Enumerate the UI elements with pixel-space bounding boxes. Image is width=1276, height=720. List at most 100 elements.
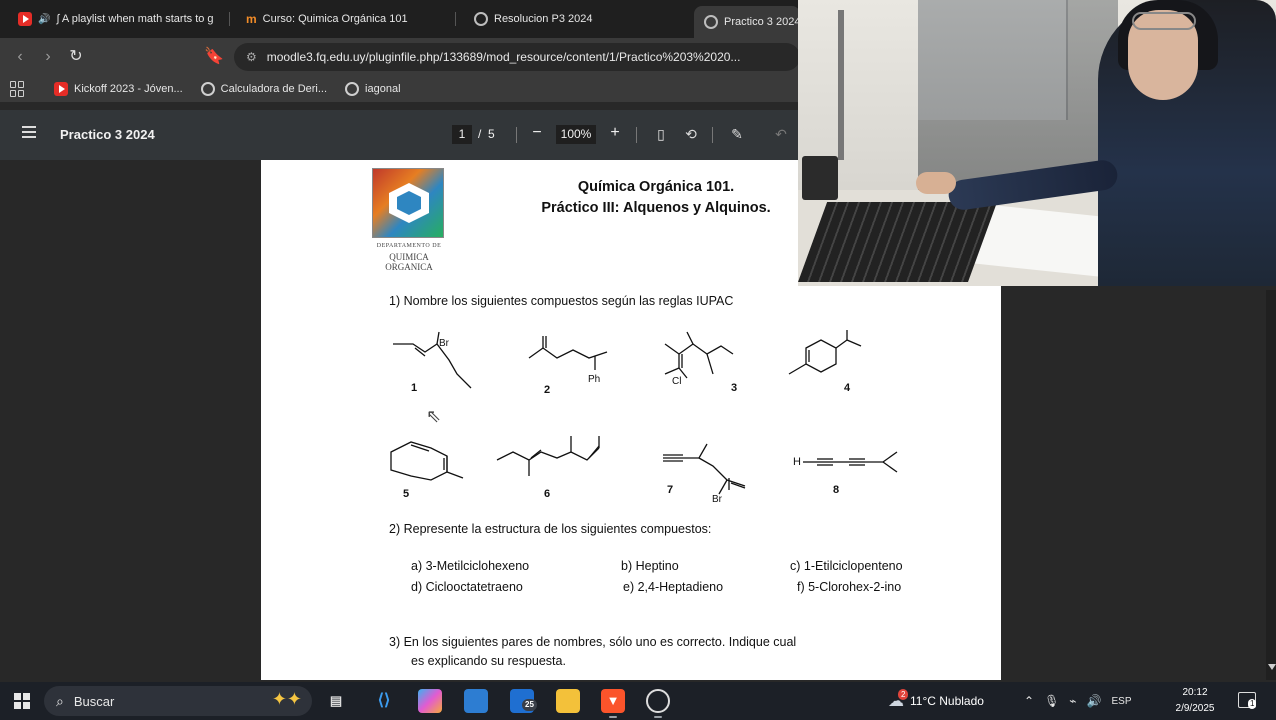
- brave-icon[interactable]: ▼: [601, 689, 625, 713]
- chevron-up-icon[interactable]: ⌃: [1024, 694, 1034, 708]
- question-2: 2) Represente la estructura de los sigui…: [389, 522, 712, 536]
- clock[interactable]: 20:12 2/9/2025: [1168, 685, 1222, 717]
- globe-icon: [704, 15, 718, 29]
- bookmark-iagonal[interactable]: iagonal: [345, 82, 401, 96]
- structure-label: 2: [544, 384, 551, 396]
- volume-icon[interactable]: 🔊: [1087, 694, 1102, 708]
- toolbar-divider: [636, 127, 637, 143]
- atom-label-cl: Cl: [672, 376, 682, 387]
- structure-4: [788, 330, 862, 375]
- bookmark-label: Calculadora de Deri...: [220, 83, 328, 95]
- toolbar-divider: [712, 127, 713, 143]
- weather-badge: 2: [898, 689, 909, 700]
- url-text: moodle3.fq.edu.uy/pluginfile.php/133689/…: [266, 50, 741, 64]
- moodle-icon: m: [246, 12, 257, 26]
- fit-page-icon[interactable]: ▯: [652, 125, 670, 143]
- option-d: d) Ciclooctatetraeno: [411, 580, 523, 594]
- search-placeholder: Buscar: [73, 693, 115, 709]
- notification-icon[interactable]: 1: [1238, 692, 1257, 709]
- task-view-icon[interactable]: ▤: [324, 689, 348, 713]
- youtube-icon: [18, 12, 32, 26]
- structure-3: [664, 331, 734, 379]
- reload-icon[interactable]: ↻: [66, 47, 86, 67]
- mouse-cursor-icon: ⇖: [426, 406, 442, 426]
- tab-divider: [455, 12, 456, 26]
- zoom-level-input[interactable]: 100%: [556, 125, 596, 144]
- structure-5: [390, 441, 464, 481]
- option-f: f) 5-Clorohex-2-ino: [797, 580, 902, 594]
- structure-label: 3: [731, 382, 738, 394]
- bookmark-icon[interactable]: 🔖: [204, 47, 224, 67]
- structure-label: 6: [544, 488, 551, 500]
- atom-label-ph: Ph: [588, 374, 601, 385]
- option-c: c) 1-Etilciclopenteno: [790, 559, 903, 573]
- search-icon: ⌕: [56, 692, 64, 709]
- apps-grid-icon[interactable]: [10, 81, 26, 97]
- tab-label: Curso: Quimica Orgánica 101: [262, 13, 408, 25]
- mail-icon[interactable]: 25: [510, 689, 537, 713]
- globe-icon: [474, 12, 488, 26]
- structure-label: 4: [844, 382, 851, 394]
- weather-widget[interactable]: ☁ 2 11°C Nublado: [888, 682, 984, 720]
- tab-label: ∫ A playlist when math starts to g: [56, 13, 214, 25]
- active-app-indicator: [654, 716, 662, 718]
- bookmarks-bar: Kickoff 2023 - Jóven... Calculadora de D…: [0, 76, 800, 102]
- question-3: 3) En los siguientes pares de nombres, s…: [389, 635, 797, 649]
- date-text: 2/9/2025: [1175, 703, 1215, 714]
- structure-6: [496, 436, 600, 476]
- scrollbar-track[interactable]: [1266, 290, 1276, 680]
- copilot-icon[interactable]: [418, 689, 442, 713]
- undo-icon[interactable]: ↶: [772, 125, 790, 143]
- option-a: a) 3-Metilciclohexeno: [411, 559, 530, 573]
- microphone-icon[interactable]: 🎙: [1044, 694, 1059, 708]
- option-e: e) 2,4-Heptadieno: [623, 580, 724, 594]
- windows-start-icon[interactable]: [14, 693, 30, 709]
- time-text: 20:12: [1182, 687, 1208, 698]
- rotate-icon[interactable]: ⟲: [682, 125, 700, 143]
- option-b: b) Heptino: [621, 559, 679, 573]
- address-bar[interactable]: ⚙ moodle3.fq.edu.uy/pluginfile.php/13368…: [234, 43, 800, 71]
- toolbar-divider: [516, 127, 517, 143]
- annotate-pen-icon[interactable]: ✎: [728, 125, 746, 143]
- atom-label-br: Br: [712, 494, 722, 505]
- screen: 🔊 ∫ A playlist when math starts to g m C…: [0, 0, 1276, 720]
- browser-toolbar: ‹ › ↻ 🔖 ⚙ moodle3.fq.edu.uy/pluginfile.p…: [0, 38, 800, 76]
- site-settings-icon[interactable]: ⚙: [246, 50, 257, 64]
- active-app-indicator: [609, 716, 617, 718]
- network-icon[interactable]: ⌁: [1069, 694, 1076, 708]
- forward-arrow-icon[interactable]: ›: [38, 47, 58, 67]
- speaker-icon[interactable]: 🔊: [38, 14, 50, 25]
- bookmark-label: Kickoff 2023 - Jóven...: [74, 83, 183, 95]
- structure-1: [393, 331, 472, 389]
- tab-curso[interactable]: m Curso: Quimica Orgánica 101: [236, 6, 456, 32]
- mail-badge: 25: [522, 699, 537, 711]
- tab-label: Practico 3 2024: [724, 16, 800, 28]
- weather-text: 11°C Nublado: [910, 694, 984, 708]
- atom-label-h: H: [793, 456, 801, 468]
- tab-resolucion[interactable]: Resolucion P3 2024: [464, 6, 684, 32]
- zoom-out-icon[interactable]: −: [526, 122, 548, 144]
- zoom-in-icon[interactable]: +: [604, 122, 626, 144]
- back-arrow-icon[interactable]: ‹: [10, 47, 30, 67]
- bookmark-kickoff[interactable]: Kickoff 2023 - Jóven...: [54, 82, 183, 96]
- globe-icon: [345, 82, 360, 96]
- obs-icon[interactable]: [646, 689, 670, 713]
- language-indicator[interactable]: ESP: [1111, 696, 1131, 707]
- webcam-overlay: [798, 0, 1276, 286]
- structure-8: [803, 451, 898, 473]
- structure-label: 8: [833, 484, 840, 496]
- scroll-down-arrow-icon[interactable]: [1268, 664, 1276, 674]
- structure-label: 5: [403, 488, 410, 500]
- tab-practico-active[interactable]: Practico 3 2024: [694, 6, 800, 38]
- bookmark-label: iagonal: [365, 83, 401, 95]
- file-explorer-icon[interactable]: [556, 689, 580, 713]
- store-icon[interactable]: [464, 689, 488, 713]
- question-3-continuation: es explicando su respuesta.: [411, 654, 566, 668]
- menu-icon[interactable]: [22, 126, 36, 138]
- youtube-icon: [54, 82, 68, 96]
- taskbar-search[interactable]: ⌕ Buscar ✦✦: [44, 686, 312, 716]
- page-number-input[interactable]: 1: [452, 125, 472, 144]
- bookmark-calculadora[interactable]: Calculadora de Deri...: [200, 82, 328, 96]
- vscode-icon[interactable]: ⟨⟩: [372, 689, 396, 713]
- tab-playlist[interactable]: 🔊 ∫ A playlist when math starts to g: [8, 6, 230, 32]
